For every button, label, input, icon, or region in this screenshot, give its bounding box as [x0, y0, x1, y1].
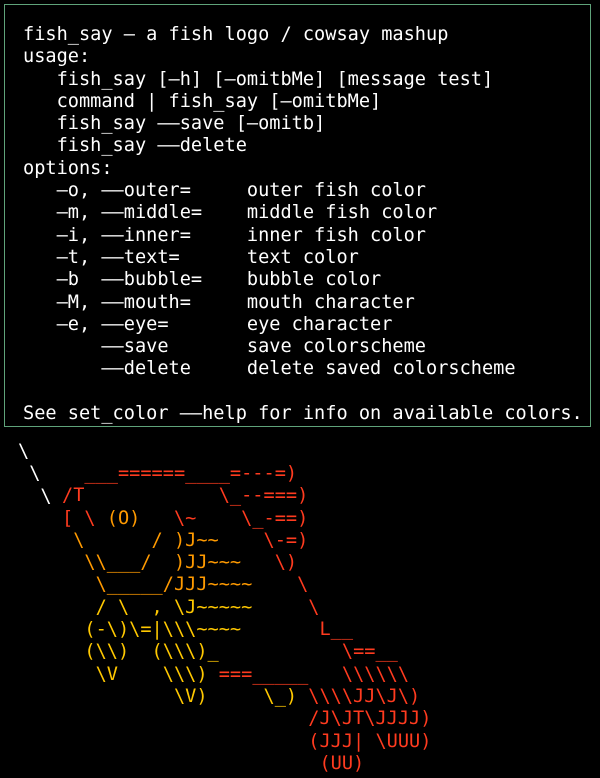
- fish-segment-outer: \~ \_-==): [140, 507, 309, 529]
- fish-segment-mid: (O): [106, 507, 141, 529]
- fish-segment-outer: \==__: [218, 641, 398, 663]
- help-text: fish_say — a fish logo / cowsay mashup u…: [23, 24, 583, 425]
- speech-bubble: fish_say — a fish logo / cowsay mashup u…: [4, 4, 591, 427]
- fish-segment-outer: /T \_--===): [62, 485, 309, 507]
- fish-segment-outer: \: [252, 574, 309, 596]
- fish-line: \_____/JJJ~~~~ \: [62, 574, 309, 596]
- fish-ascii-art: ___======____=---=) /T \_--===) [ \ (O) …: [62, 463, 431, 775]
- fish-line: /J\JT\JJJJ): [62, 708, 431, 729]
- option-text: —t, ——text= text color: [23, 246, 359, 268]
- fish-segment-outer: (JJJ| \UUU): [62, 730, 432, 752]
- option-save: ——save save colorscheme: [23, 336, 426, 358]
- fish-line: (UU): [62, 753, 364, 774]
- fish-segment-mid: \ / )J~~: [62, 529, 219, 551]
- help-line-usage-2: command | fish_say [—omitbMe]: [23, 90, 382, 112]
- help-line-title: fish_say — a fish logo / cowsay mashup: [23, 24, 449, 45]
- option-outer: —o, ——outer= outer fish color: [23, 180, 426, 202]
- help-line-options-heading: options:: [23, 157, 113, 179]
- fish-segment-inner: (-\)\=|\\\~~~~: [62, 619, 242, 641]
- fish-segment-outer: (UU): [62, 752, 365, 774]
- help-line-usage-3: fish_say ——save [—omitb]: [23, 113, 326, 135]
- fish-line: / \ , \J~~~~~ \: [62, 596, 320, 618]
- option-bubble: —b ——bubble= bubble color: [23, 269, 382, 291]
- fish-line: \ / )J~~ \-=): [62, 530, 308, 551]
- help-line-see-also: See set_color ——help for info on availab…: [23, 403, 583, 425]
- fish-line: ___======____=---=): [62, 463, 297, 484]
- fish-segment-inner: / \ , \J~~~~~: [62, 596, 253, 618]
- tail-line: \: [18, 463, 41, 485]
- fish-line: \V) \_) \\\\JJ\J\): [62, 686, 420, 707]
- option-middle: —m, ——middle= middle fish color: [23, 202, 438, 224]
- fish-line: [ \ (O) \~ \_-==): [62, 508, 308, 529]
- fish-segment-inner: \V \\\): [62, 663, 219, 685]
- fish-segment-inner: (\\) (\\\)_: [62, 641, 219, 663]
- fish-line: (-\)\=|\\\~~~~ L__: [62, 619, 353, 640]
- fish-segment-outer: /J\JT\JJJJ): [62, 708, 432, 730]
- fish-line: (JJJ| \UUU): [62, 731, 431, 752]
- fish-line: /T \_--===): [62, 485, 308, 506]
- option-eye: —e, ——eye= eye character: [23, 313, 393, 335]
- fish-segment-mid: \_____/JJJ~~~~: [62, 574, 253, 596]
- fish-segment-outer: ===_____ \\\\\\: [218, 663, 410, 685]
- fish-segment-outer: [ \: [62, 507, 107, 529]
- fish-segment-inner: \V) \_): [62, 685, 309, 707]
- fish-segment-mid: \\___/ )JJ~~~: [62, 552, 242, 574]
- option-mouth: —M, ——mouth= mouth character: [23, 291, 415, 313]
- tail-line: \: [18, 441, 30, 462]
- fish-segment-outer: \): [241, 552, 298, 574]
- fish-segment-outer: ___======____=---=): [62, 463, 298, 484]
- fish-line: (\\) (\\\)_ \==__: [62, 641, 398, 663]
- help-line-usage-4: fish_say ——delete: [23, 135, 247, 157]
- option-inner: —i, ——inner= inner fish color: [23, 224, 426, 246]
- fish-segment-outer: \\\\JJ\J\): [308, 685, 421, 707]
- fish-line: \V \\\) ===_____ \\\\\\: [62, 664, 409, 685]
- help-line-usage-1: fish_say [—h] [—omitbMe] [message test]: [23, 68, 494, 90]
- help-line-usage-heading: usage:: [23, 46, 91, 68]
- fish-segment-outer: \-=): [218, 529, 309, 551]
- fish-segment-outer: L__: [241, 619, 354, 641]
- bubble-tail: \ \ \: [18, 441, 52, 508]
- tail-line: \: [18, 485, 52, 507]
- fish-segment-outer: \: [252, 596, 320, 618]
- option-delete: ——delete delete saved colorscheme: [23, 358, 516, 380]
- fish-line: \\___/ )JJ~~~ \): [62, 552, 297, 573]
